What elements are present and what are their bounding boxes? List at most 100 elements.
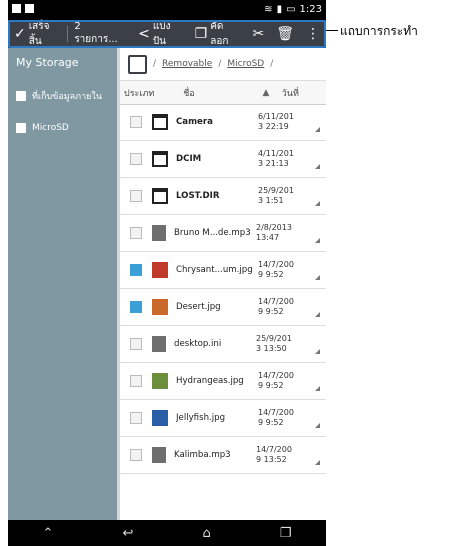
- file-date-line2: 9 9:52: [258, 381, 284, 390]
- file-date-line1: 6/11/201: [258, 112, 294, 121]
- file-date-line2: 3 21:13: [258, 159, 289, 168]
- scissors-icon: ✂: [252, 26, 265, 42]
- audio-file-icon: [152, 225, 166, 241]
- navigation-bar: ⌃ ↩ ⌂ ❐: [8, 520, 326, 546]
- back-icon[interactable]: ↩: [123, 526, 134, 541]
- column-type[interactable]: ประเภท: [120, 86, 157, 100]
- overflow-menu-button[interactable]: ⋮: [300, 20, 326, 48]
- file-date: 14/7/200 9 9:52: [258, 297, 304, 317]
- row-checkbox[interactable]: [130, 116, 142, 128]
- breadcrumb-removable[interactable]: Removable: [162, 59, 212, 69]
- selection-count-label: 2 รายการ...: [74, 21, 118, 45]
- file-row[interactable]: Hydrangeas.jpg 14/7/200 9 9:52: [120, 363, 326, 400]
- file-name: Camera: [176, 117, 213, 127]
- file-date-line2: 9 9:52: [258, 270, 284, 279]
- row-corner-icon: [315, 386, 320, 391]
- breadcrumb-sep: /: [218, 59, 222, 69]
- column-date[interactable]: วันที่: [272, 86, 326, 100]
- sidebar-item-label: MicroSD: [32, 123, 69, 133]
- file-row[interactable]: Bruno M...de.mp3 2/8/2013 13:47: [120, 215, 326, 252]
- share-button[interactable]: < แบ่งปัน: [132, 20, 189, 48]
- phone-screen: ≋ ▮ ▭ 1:23 ✓ เสร็จสิ้น 2 รายการ... < แบ่…: [8, 0, 326, 546]
- file-row[interactable]: Camera 6/11/201 3 22:19: [120, 104, 326, 141]
- file-date: 2/8/2013 13:47: [256, 223, 302, 243]
- file-date-line1: 14/7/200: [258, 371, 294, 380]
- row-checkbox[interactable]: [130, 227, 142, 239]
- done-label: เสร็จสิ้น: [28, 21, 50, 47]
- file-date-line2: 9 13:52: [256, 455, 287, 464]
- file-list: Camera 6/11/201 3 22:19 DCIM 4/11/201 3 21…: [120, 104, 326, 474]
- column-header: ประเภท ชื่อ ▲ วันที่: [120, 81, 326, 105]
- share-icon: <: [138, 26, 150, 42]
- cut-button[interactable]: ✂: [246, 20, 270, 48]
- trash-icon: 🗑: [276, 26, 294, 42]
- row-checkbox[interactable]: [130, 301, 142, 313]
- share-label: แบ่งปัน: [152, 21, 171, 47]
- file-row[interactable]: DCIM 4/11/201 3 21:13: [120, 141, 326, 178]
- file-date-line1: 2/8/2013: [256, 223, 292, 232]
- file-date-line1: 25/9/201: [256, 334, 292, 343]
- file-date: 25/9/201 3 1:51: [258, 186, 304, 206]
- file-date-line1: 14/7/200: [256, 445, 292, 454]
- recent-apps-icon[interactable]: ❐: [280, 526, 292, 541]
- sidebar-item-internal-storage[interactable]: ที่เก็บข้อมูลภายใน: [8, 80, 117, 112]
- action-bar: ✓ เสร็จสิ้น 2 รายการ... < แบ่งปัน ❐ คัดล…: [8, 20, 326, 48]
- selection-count[interactable]: 2 รายการ...: [68, 20, 132, 48]
- file-date-line2: 3 13:50: [256, 344, 287, 353]
- file-date-line2: 3 1:51: [258, 196, 284, 205]
- file-date: 14/7/200 9 13:52: [256, 445, 302, 465]
- folder-up-icon[interactable]: [128, 54, 147, 74]
- file-row[interactable]: Chrysant...um.jpg 14/7/200 9 9:52: [120, 252, 326, 289]
- row-checkbox[interactable]: [130, 153, 142, 165]
- file-row[interactable]: LOST.DIR 25/9/201 3 1:51: [120, 178, 326, 215]
- sdcard-icon: [16, 123, 26, 133]
- breadcrumb-microsd[interactable]: MicroSD: [227, 59, 264, 69]
- file-date-line1: 14/7/200: [258, 260, 294, 269]
- sort-up-icon[interactable]: ▲: [263, 88, 272, 98]
- content-area: My Storage ที่เก็บข้อมูลภายใน MicroSD / …: [8, 48, 326, 520]
- more-vert-icon: ⋮: [306, 26, 320, 42]
- file-date-line1: 4/11/201: [258, 149, 294, 158]
- sidebar: My Storage ที่เก็บข้อมูลภายใน MicroSD: [8, 48, 117, 520]
- signal-icon: ▮: [276, 4, 283, 15]
- file-name: Hydrangeas.jpg: [176, 376, 244, 386]
- file-row[interactable]: Kalimba.mp3 14/7/200 9 13:52: [120, 437, 326, 474]
- file-list-pane: / Removable / MicroSD / ประเภท ชื่อ ▲ วั…: [120, 48, 326, 520]
- column-name[interactable]: ชื่อ: [157, 86, 262, 100]
- row-checkbox[interactable]: [130, 375, 142, 387]
- file-date: 4/11/201 3 21:13: [258, 149, 304, 169]
- file-date: 6/11/201 3 22:19: [258, 112, 304, 132]
- file-name: Chrysant...um.jpg: [176, 265, 253, 275]
- audio-file-icon: [152, 447, 166, 463]
- row-checkbox[interactable]: [130, 338, 142, 350]
- row-checkbox[interactable]: [130, 264, 142, 276]
- sidebar-item-microsd[interactable]: MicroSD: [8, 112, 117, 144]
- row-corner-icon: [315, 349, 320, 354]
- image-thumbnail-icon: [152, 410, 168, 426]
- file-row[interactable]: Jellyfish.jpg 14/7/200 9 9:52: [120, 400, 326, 437]
- row-checkbox[interactable]: [130, 412, 142, 424]
- file-name: desktop.ini: [174, 339, 222, 349]
- row-corner-icon: [315, 275, 320, 280]
- collapse-icon[interactable]: ⌃: [43, 526, 54, 541]
- notification-icon: [12, 4, 21, 13]
- file-name: Kalimba.mp3: [174, 450, 231, 460]
- file-date: 14/7/200 9 9:52: [258, 371, 304, 391]
- image-thumbnail-icon: [152, 262, 168, 278]
- image-thumbnail-icon: [152, 299, 168, 315]
- file-row[interactable]: Desert.jpg 14/7/200 9 9:52: [120, 289, 326, 326]
- file-name: LOST.DIR: [176, 191, 220, 201]
- file-row[interactable]: desktop.ini 25/9/201 3 13:50: [120, 326, 326, 363]
- row-corner-icon: [315, 164, 320, 169]
- row-checkbox[interactable]: [130, 190, 142, 202]
- done-button[interactable]: ✓ เสร็จสิ้น: [8, 20, 67, 48]
- file-name: DCIM: [176, 154, 202, 164]
- copy-button[interactable]: ❐ คัดลอก: [189, 20, 247, 48]
- file-date-line2: 9 9:52: [258, 418, 284, 427]
- file-date-line1: 14/7/200: [258, 297, 294, 306]
- file-date-line2: 13:47: [256, 233, 280, 242]
- row-checkbox[interactable]: [130, 449, 142, 461]
- file-date: 14/7/200 9 9:52: [258, 408, 304, 428]
- home-icon[interactable]: ⌂: [202, 526, 210, 541]
- delete-button[interactable]: 🗑: [270, 20, 300, 48]
